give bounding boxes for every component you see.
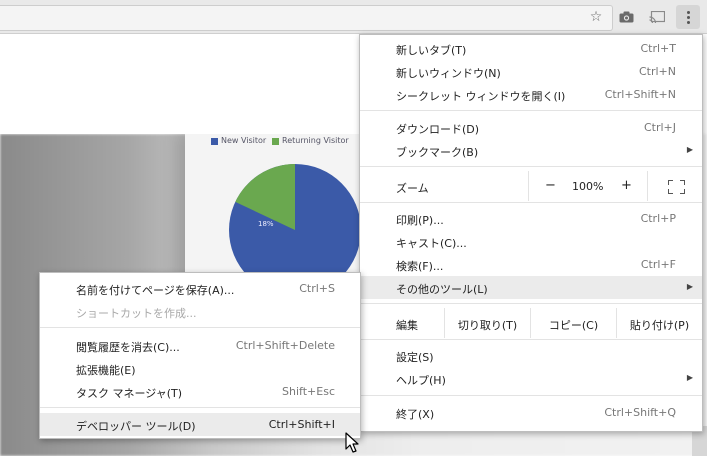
menu-item-bookmarks[interactable]: ブックマーク(B) ▶ [360, 139, 702, 162]
menu-item-label: その他のツール(L) [396, 283, 488, 296]
menu-separator [40, 407, 360, 408]
legend-swatch [211, 138, 218, 145]
submenu-item-shortcut: Ctrl+Shift+I [268, 418, 335, 431]
copy-button[interactable]: コピー(C) [530, 308, 616, 338]
cut-label: 切り取り(T) [457, 319, 518, 332]
submenu-item-create-shortcut: ショートカットを作成... [40, 300, 360, 323]
menu-item-more-tools[interactable]: その他のツール(L) ▶ [360, 276, 702, 299]
submenu-item-save-page[interactable]: 名前を付けてページを保存(A)... Ctrl+S [40, 277, 360, 300]
menu-item-label: 新しいタブ(T) [396, 44, 467, 57]
menu-item-label: 新しいウィンドウ(N) [396, 67, 501, 80]
submenu-item-label: 拡張機能(E) [76, 364, 136, 377]
submenu-item-label: タスク マネージャ(T) [76, 387, 183, 400]
camera-icon-svg [619, 11, 633, 23]
menu-item-cast[interactable]: キャスト(C)... [360, 230, 702, 253]
menu-separator [360, 166, 702, 167]
submenu-item-label: デベロッパー ツール(D) [76, 420, 196, 433]
zoom-label: ズーム [396, 182, 429, 195]
menu-item-downloads[interactable]: ダウンロード(D) Ctrl+J [360, 116, 702, 139]
menu-item-label: 検索(F)... [396, 260, 444, 273]
submenu-item-developer-tools[interactable]: デベロッパー ツール(D) Ctrl+Shift+I [40, 413, 360, 436]
submenu-item-task-manager[interactable]: タスク マネージャ(T) Shift+Esc [40, 380, 360, 403]
submenu-item-extensions[interactable]: 拡張機能(E) [40, 357, 360, 380]
more-tools-submenu: 名前を付けてページを保存(A)... Ctrl+S ショートカットを作成... … [39, 272, 361, 439]
menu-item-help[interactable]: ヘルプ(H) ▶ [360, 367, 702, 390]
menu-item-shortcut: Ctrl+J [643, 121, 676, 134]
menu-item-new-window[interactable]: 新しいウィンドウ(N) Ctrl+N [360, 60, 702, 83]
mouse-cursor-icon [345, 432, 359, 453]
legend-label: Returning Visitor [282, 136, 349, 145]
submenu-item-label: 名前を付けてページを保存(A)... [76, 284, 235, 297]
address-bar[interactable] [0, 5, 613, 31]
menu-item-label: ヘルプ(H) [396, 374, 446, 387]
camera-icon[interactable] [617, 8, 635, 26]
chrome-menu-button[interactable] [676, 5, 700, 29]
legend-label: New Visitor [221, 136, 267, 145]
menu-item-shortcut: Ctrl+T [640, 42, 676, 55]
edit-row: 編集 切り取り(T) コピー(C) 貼り付け(P) [360, 308, 702, 338]
fullscreen-icon [668, 180, 673, 185]
menu-separator [40, 327, 360, 328]
submenu-item-shortcut: Shift+Esc [282, 385, 335, 398]
copy-label: コピー(C) [548, 319, 599, 332]
submenu-item-shortcut: Ctrl+S [299, 282, 335, 295]
legend-swatch [272, 138, 279, 145]
fullscreen-button[interactable] [647, 171, 704, 201]
menu-item-incognito[interactable]: シークレット ウィンドウを開く(I) Ctrl+Shift+N [360, 83, 702, 106]
menu-item-new-tab[interactable]: 新しいタブ(T) Ctrl+T [360, 37, 702, 60]
submenu-item-label: ショートカットを作成... [76, 307, 197, 320]
bookmark-star-icon[interactable]: ☆ [587, 8, 605, 26]
menu-item-label: キャスト(C)... [396, 237, 467, 250]
chart-legend: New Visitor Returning Visitor [211, 136, 361, 149]
menu-item-exit[interactable]: 終了(X) Ctrl+Shift+Q [360, 401, 702, 424]
menu-item-find[interactable]: 検索(F)... Ctrl+F [360, 253, 702, 276]
menu-dot-icon [687, 16, 690, 19]
menu-item-shortcut: Ctrl+F [640, 258, 676, 271]
menu-item-shortcut: Ctrl+Shift+Q [604, 406, 676, 419]
fullscreen-icon [668, 189, 673, 194]
menu-dot-icon [687, 11, 690, 14]
submenu-arrow-icon: ▶ [686, 145, 693, 154]
zoom-in-button[interactable]: + [621, 178, 632, 193]
submenu-item-label: 閲覧履歴を消去(C)... [76, 341, 180, 354]
cut-button[interactable]: 切り取り(T) [444, 308, 530, 338]
menu-item-label: ブックマーク(B) [396, 146, 479, 159]
zoom-level: 100% [572, 180, 604, 193]
fullscreen-icon [680, 189, 685, 194]
menu-separator [360, 339, 702, 340]
menu-item-settings[interactable]: 設定(S) [360, 344, 702, 367]
menu-separator [360, 202, 702, 203]
pie-slice-label: 18% [258, 220, 274, 228]
menu-item-label: 印刷(P)... [396, 214, 444, 227]
menu-item-shortcut: Ctrl+Shift+N [604, 88, 676, 101]
menu-item-print[interactable]: 印刷(P)... Ctrl+P [360, 207, 702, 230]
menu-item-shortcut: Ctrl+N [638, 65, 676, 78]
chrome-main-menu: 新しいタブ(T) Ctrl+T 新しいウィンドウ(N) Ctrl+N シークレッ… [359, 34, 703, 432]
menu-dot-icon [687, 21, 690, 24]
menu-separator [360, 110, 702, 111]
menu-item-label: 終了(X) [396, 408, 435, 421]
edit-label: 編集 [396, 319, 418, 332]
zoom-out-button[interactable]: − [545, 178, 556, 193]
fullscreen-icon [680, 180, 685, 185]
menu-item-shortcut: Ctrl+P [640, 212, 676, 225]
paste-label: 貼り付け(P) [629, 319, 690, 332]
submenu-item-clear-history[interactable]: 閲覧履歴を消去(C)... Ctrl+Shift+Delete [40, 334, 360, 357]
cast-icon-svg [649, 10, 665, 23]
submenu-arrow-icon: ▶ [686, 282, 693, 291]
menu-item-label: ダウンロード(D) [396, 123, 480, 136]
cast-icon[interactable] [648, 8, 666, 26]
submenu-item-shortcut: Ctrl+Shift+Delete [235, 339, 335, 352]
page-header-area [0, 34, 362, 134]
browser-toolbar: ☆ [0, 0, 707, 34]
paste-button[interactable]: 貼り付け(P) [616, 308, 702, 338]
submenu-arrow-icon: ▶ [686, 373, 693, 382]
menu-separator [360, 395, 702, 396]
zoom-row: ズーム − 100% + [360, 171, 702, 201]
menu-item-label: シークレット ウィンドウを開く(I) [396, 90, 566, 103]
zoom-controls: − 100% + [528, 171, 703, 201]
menu-separator [360, 303, 702, 304]
menu-item-label: 設定(S) [396, 351, 434, 364]
